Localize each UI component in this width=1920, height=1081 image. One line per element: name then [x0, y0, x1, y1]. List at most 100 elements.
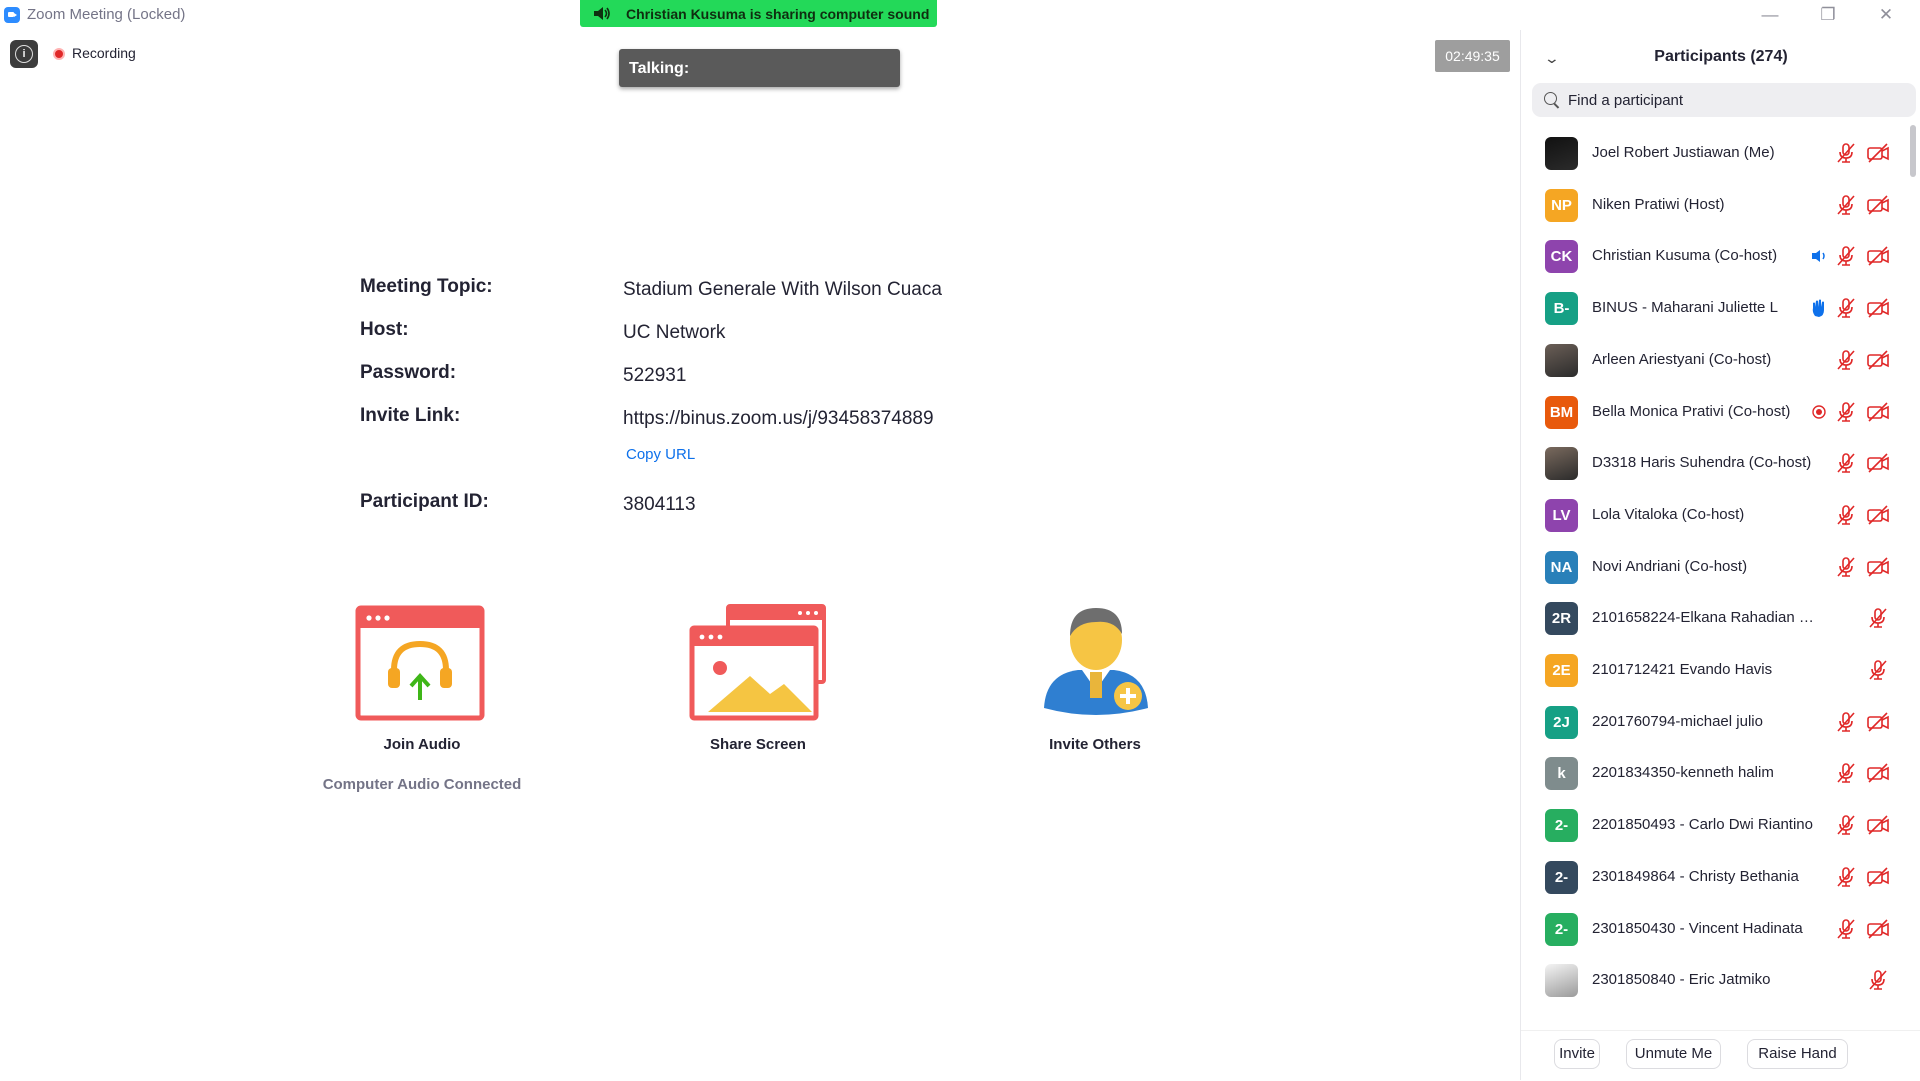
video-off-icon[interactable]	[1866, 556, 1890, 578]
scrollbar-thumb[interactable]	[1910, 125, 1916, 177]
invite-others-button[interactable]: Invite Others	[1025, 604, 1165, 764]
password-value: 522931	[623, 365, 687, 386]
mic-muted-icon[interactable]	[1834, 504, 1858, 526]
mic-muted-icon[interactable]	[1834, 401, 1858, 423]
mic-muted-icon[interactable]	[1834, 194, 1858, 216]
mic-muted-icon[interactable]	[1866, 969, 1890, 991]
mic-muted-icon[interactable]	[1834, 814, 1858, 836]
video-off-icon[interactable]	[1866, 918, 1890, 940]
participant-list[interactable]: Joel Robert Justiawan (Me) NP Niken Pratiw…	[1521, 125, 1906, 1030]
avatar: 2-	[1545, 809, 1578, 843]
recording-icon	[53, 48, 65, 60]
participant-row[interactable]: CK Christian Kusuma (Co-host)	[1521, 228, 1906, 279]
avatar: BM	[1545, 395, 1578, 429]
share-screen-label: Share Screen	[710, 736, 806, 753]
join-audio-button[interactable]: Join Audio	[352, 604, 492, 764]
sharing-sound-banner[interactable]: Christian Kusuma is sharing computer sou…	[580, 0, 937, 27]
video-off-icon[interactable]	[1866, 401, 1890, 423]
password-label: Password:	[360, 362, 457, 383]
copy-url-link[interactable]: Copy URL	[626, 446, 695, 463]
recording-icon	[1807, 401, 1831, 423]
invite-link-label: Invite Link:	[360, 405, 461, 426]
participant-row[interactable]: 2301850840 - Eric Jatmiko	[1521, 952, 1906, 1003]
participant-row[interactable]: 2E 2101712421 Evando Havis	[1521, 642, 1906, 693]
title-bar: Zoom Meeting (Locked) — ❐ ✕	[0, 0, 1920, 30]
avatar: LV	[1545, 498, 1578, 532]
avatar: k	[1545, 757, 1578, 791]
sharing-sound-text: Christian Kusuma is sharing computer sou…	[626, 6, 930, 22]
video-off-icon[interactable]	[1866, 762, 1890, 784]
participant-row[interactable]: 2- 2301850430 - Vincent Hadinata	[1521, 901, 1906, 952]
avatar: 2E	[1545, 654, 1578, 687]
participant-list-scrollbar[interactable]	[1910, 125, 1916, 1030]
invite-person-icon	[1044, 608, 1148, 715]
meeting-info-button[interactable]: i	[10, 40, 38, 68]
avatar: B-	[1545, 292, 1578, 326]
participant-row[interactable]: 2J 2201760794-michael julio	[1521, 694, 1906, 745]
video-off-icon[interactable]	[1866, 711, 1890, 733]
video-off-icon[interactable]	[1866, 504, 1890, 526]
mic-muted-icon[interactable]	[1834, 245, 1858, 267]
participant-name: 2201850493 - Carlo Dwi Riantino	[1592, 816, 1813, 834]
recording-label[interactable]: Recording	[72, 45, 136, 61]
participant-id-value: 3804113	[623, 494, 696, 515]
participant-row[interactable]: 2- 2201850493 - Carlo Dwi Riantino	[1521, 797, 1906, 848]
participant-name: 2301849864 - Christy Bethania	[1592, 867, 1799, 885]
mic-muted-icon[interactable]	[1834, 866, 1858, 888]
mic-muted-icon[interactable]	[1834, 711, 1858, 733]
participant-name: BINUS - Maharani Juliette L	[1592, 299, 1778, 317]
video-off-icon[interactable]	[1866, 349, 1890, 371]
mic-muted-icon[interactable]	[1866, 659, 1890, 681]
video-off-icon[interactable]	[1866, 866, 1890, 888]
participant-row[interactable]: NP Niken Pratiwi (Host)	[1521, 177, 1906, 228]
meeting-topic-label: Meeting Topic:	[360, 276, 493, 297]
video-off-icon[interactable]	[1866, 297, 1890, 319]
invite-button[interactable]: Invite	[1554, 1039, 1600, 1069]
restore-button[interactable]: ❐	[1808, 2, 1848, 28]
invite-others-label: Invite Others	[1049, 736, 1141, 753]
video-off-icon[interactable]	[1866, 142, 1890, 164]
share-screen-button[interactable]: Share Screen	[688, 604, 828, 764]
mic-muted-icon[interactable]	[1834, 762, 1858, 784]
mic-muted-icon[interactable]	[1834, 918, 1858, 940]
mic-muted-icon[interactable]	[1834, 142, 1858, 164]
raised-hand-icon	[1807, 297, 1831, 319]
unmute-me-button[interactable]: Unmute Me	[1626, 1039, 1721, 1069]
participant-row[interactable]: BM Bella Monica Prativi (Co-host)	[1521, 384, 1906, 435]
video-off-icon[interactable]	[1866, 814, 1890, 836]
raise-hand-button[interactable]: Raise Hand	[1747, 1039, 1848, 1069]
video-off-icon[interactable]	[1866, 245, 1890, 267]
participant-row[interactable]: D3318 Haris Suhendra (Co-host)	[1521, 435, 1906, 486]
participant-row[interactable]: Joel Robert Justiawan (Me)	[1521, 125, 1906, 176]
participant-row[interactable]: LV Lola Vitaloka (Co-host)	[1521, 487, 1906, 538]
mic-muted-icon[interactable]	[1866, 607, 1890, 629]
participant-name: 2301850840 - Eric Jatmiko	[1592, 971, 1771, 989]
participant-row[interactable]: NA Novi Andriani (Co-host)	[1521, 539, 1906, 590]
mic-muted-icon[interactable]	[1834, 452, 1858, 474]
participants-title: Participants (274)	[1654, 48, 1788, 65]
share-screen-icon	[689, 604, 826, 721]
minimize-button[interactable]: —	[1750, 2, 1790, 28]
mic-muted-icon[interactable]	[1834, 349, 1858, 371]
info-icon: i	[15, 45, 33, 63]
search-input[interactable]	[1566, 88, 1900, 112]
mic-muted-icon[interactable]	[1834, 556, 1858, 578]
participant-search[interactable]	[1532, 83, 1916, 117]
participant-name: Niken Pratiwi (Host)	[1592, 195, 1725, 213]
participant-row[interactable]: B- BINUS - Maharani Juliette L	[1521, 280, 1906, 331]
avatar: 2-	[1545, 912, 1578, 946]
video-off-icon[interactable]	[1866, 452, 1890, 474]
speaker-icon	[594, 7, 610, 20]
participant-name: 2201834350-kenneth halim	[1592, 764, 1774, 782]
avatar: NA	[1545, 550, 1578, 584]
mic-muted-icon[interactable]	[1834, 297, 1858, 319]
video-off-icon[interactable]	[1866, 194, 1890, 216]
participant-name: Joel Robert Justiawan (Me)	[1592, 144, 1775, 161]
participant-row[interactable]: k 2201834350-kenneth halim	[1521, 745, 1906, 796]
participant-row[interactable]: 2- 2301849864 - Christy Bethania	[1521, 849, 1906, 900]
participant-row[interactable]: Arleen Ariestyani (Co-host)	[1521, 332, 1906, 383]
participants-header: ⌄ Participants (274)	[1521, 44, 1920, 72]
participant-row[interactable]: 2R 2101658224-Elkana Rahadian Putra ...	[1521, 590, 1906, 641]
sharing-sound-icon	[1807, 245, 1831, 267]
close-button[interactable]: ✕	[1866, 2, 1906, 28]
